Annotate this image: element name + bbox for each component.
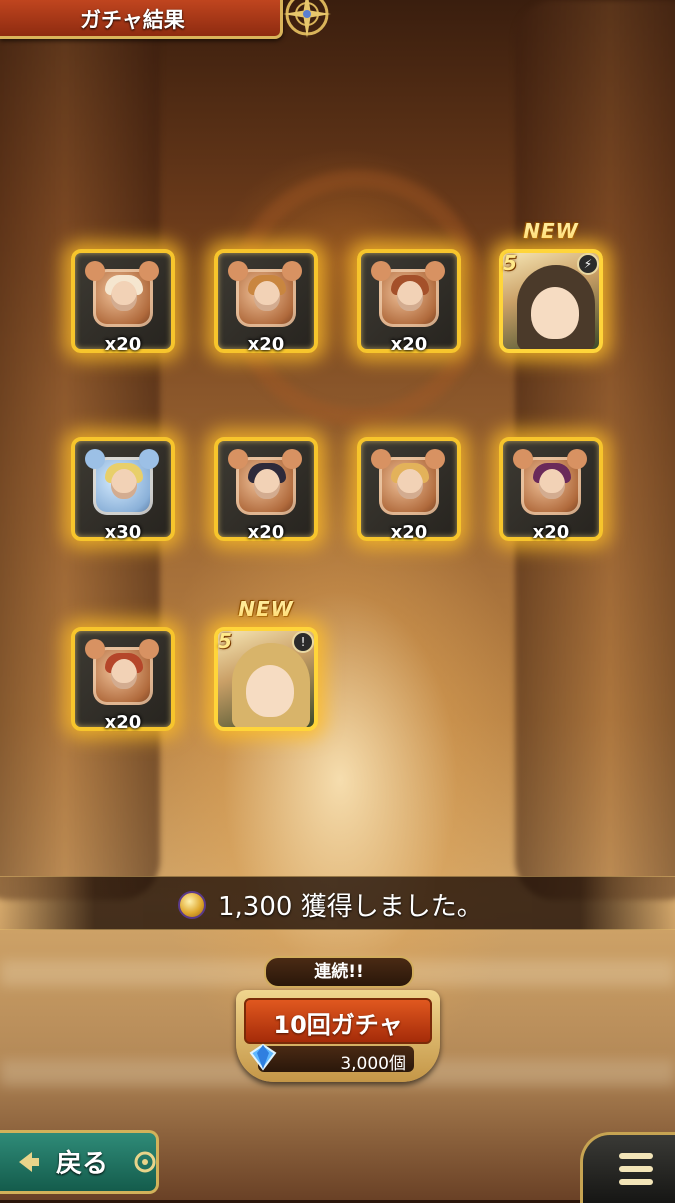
reward-text: 1,300 獲得しました。 [218,892,483,922]
item-count: x20 [390,522,428,543]
character-piece-item[interactable]: x30 [71,437,175,543]
continue-badge: 連続!! [264,956,414,988]
rarity-badge: 5 [503,251,517,275]
new-badge: NEW [523,219,579,243]
gacha-button-face: 10回ガチャ [244,998,432,1044]
new-unit-card[interactable]: NEW 5! [214,597,318,731]
character-piece-item[interactable]: x20 [357,437,461,543]
arrow-left-icon [19,1152,39,1172]
gacha-cost: 3,000個 [340,1054,406,1074]
diamond-icon [249,1043,277,1071]
item-count: x20 [247,334,285,355]
puzzle-piece-icon [85,449,159,515]
puzzle-piece-icon [228,261,302,327]
gacha-button-label: 10回ガチャ [273,1011,403,1039]
back-button-label: 戻る [56,1149,109,1179]
character-piece-item[interactable]: x20 [499,437,603,543]
gacha-cost-row: 3,000個 [249,1043,414,1074]
element-icon: ⚡ [577,253,599,275]
ten-pull-gacha-button[interactable]: 10回ガチャ 3,000個 [236,990,440,1082]
new-badge: NEW [238,597,294,621]
element-icon: ! [292,631,314,653]
reward-banner: 1,300 獲得しました。 [0,876,675,930]
puzzle-piece-icon [513,449,587,515]
character-piece-item[interactable]: x20 [71,627,175,733]
item-count: x20 [104,712,142,733]
puzzle-piece-icon [371,449,445,515]
item-count: x20 [532,522,570,543]
puzzle-piece-icon [85,261,159,327]
character-piece-item[interactable]: x20 [214,249,318,355]
coin-icon [178,891,206,919]
back-button[interactable]: 戻る [0,1130,159,1194]
new-unit-card[interactable]: NEW 5 ⚡ [499,219,603,353]
ornament-icon [134,1151,156,1173]
item-count: x20 [104,334,142,355]
item-count: x30 [104,522,142,543]
puzzle-piece-icon [85,639,159,705]
character-piece-item[interactable]: x20 [71,249,175,355]
item-count: x20 [247,522,285,543]
compass-ornament-icon [283,0,331,38]
title-bar: ガチャ結果 [0,0,283,39]
unit-face [531,287,579,339]
unit-face [246,665,294,717]
rarity-badge: 5 [218,629,232,653]
character-piece-item[interactable]: x20 [357,249,461,355]
puzzle-piece-icon [228,449,302,515]
menu-button[interactable] [580,1132,675,1203]
page-title: ガチャ結果 [80,8,185,32]
puzzle-piece-icon [371,261,445,327]
item-count: x20 [390,334,428,355]
character-piece-item[interactable]: x20 [214,437,318,543]
